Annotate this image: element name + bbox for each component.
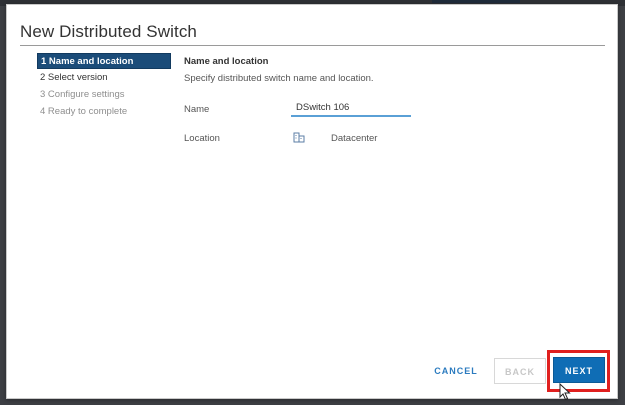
- location-label: Location: [184, 133, 220, 144]
- step-ready-to-complete: 4 Ready to complete: [40, 106, 128, 117]
- dialog-title: New Distributed Switch: [20, 22, 197, 41]
- step-select-version[interactable]: 2 Select version: [37, 70, 171, 86]
- name-input[interactable]: [291, 99, 411, 117]
- mouse-pointer-icon: [559, 383, 571, 401]
- wizard-steps: 1 Name and location 2 Select version 3 C…: [37, 53, 171, 121]
- new-distributed-switch-dialog: New Distributed Switch 1 Name and locati…: [6, 4, 618, 401]
- content-heading: Name and location: [184, 56, 269, 67]
- location-value: Datacenter: [331, 133, 378, 144]
- back-button: BACK: [494, 358, 546, 384]
- next-button[interactable]: NEXT: [553, 357, 605, 383]
- title-divider: [20, 45, 605, 46]
- cancel-button[interactable]: CANCEL: [428, 358, 484, 384]
- content-subtitle: Specify distributed switch name and loca…: [184, 73, 374, 84]
- datacenter-icon: [293, 132, 305, 143]
- step-name-and-location[interactable]: 1 Name and location: [37, 53, 171, 69]
- name-label: Name: [184, 104, 210, 115]
- step-configure-settings: 3 Configure settings: [40, 89, 125, 100]
- step-content: Name and location Specify distributed sw…: [184, 56, 604, 84]
- background-accent: [432, 0, 520, 3]
